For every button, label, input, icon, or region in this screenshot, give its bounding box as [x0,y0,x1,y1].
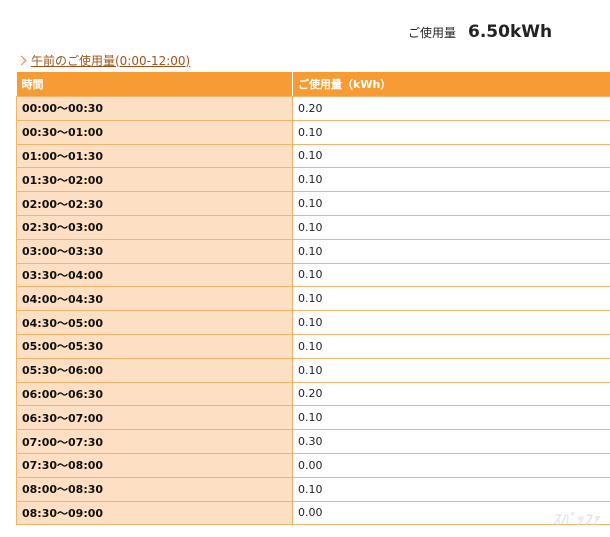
morning-usage-link[interactable]: 午前のご使用量(0:00-12:00) [16,51,190,69]
morning-usage-link-label[interactable]: 午前のご使用量(0:00-12:00) [31,52,190,69]
time-cell: 06:30～07:00 [16,405,293,431]
table-row: 03:00～03:30 0.10 [16,239,610,264]
time-cell: 01:00～01:30 [16,144,293,169]
usage-cell: 0.10 [292,239,610,264]
time-cell: 08:00～08:30 [16,477,293,502]
table-row: 07:30～08:00 0.00 [16,453,610,478]
table-row: 08:30～09:00 0.00 [16,501,610,526]
usage-cell: 0.10 [292,215,610,240]
usage-cell: 0.10 [292,263,610,288]
time-cell: 06:00～06:30 [16,382,293,407]
usage-cell: 0.30 [292,429,610,454]
usage-total-value: 6.50kWh [468,22,553,42]
table-row: 00:00～00:30 0.20 [16,96,610,121]
table-row: 00:30～01:00 0.10 [16,120,610,145]
time-cell: 02:00～02:30 [16,191,293,216]
table-row: 04:00～04:30 0.10 [16,286,610,312]
chevron-right-icon [16,55,27,65]
usage-cell: 0.10 [292,477,610,502]
column-header-time: 時間 [16,72,293,97]
watermark: ｽﾊﾞｯﾌｧ [553,512,600,528]
usage-cell: 0.20 [292,96,610,121]
table-row: 04:30～05:00 0.10 [16,310,610,335]
time-cell: 01:30～02:00 [16,167,293,193]
table-row: 05:00～05:30 0.10 [16,334,610,359]
usage-cell: 0.10 [292,144,610,169]
table-header-row: 時間 ご使用量（kWh） [16,72,610,97]
time-cell: 07:00～07:30 [16,429,293,454]
time-cell: 03:00～03:30 [16,239,293,264]
table-row: 02:30～03:00 0.10 [16,215,610,240]
column-header-usage: ご使用量（kWh） [292,72,610,97]
usage-cell: 0.10 [292,405,610,431]
usage-cell: 0.00 [292,453,610,478]
table-row: 02:00～02:30 0.10 [16,191,610,216]
time-cell: 08:30～09:00 [16,501,293,526]
usage-label: ご使用量 [408,26,457,40]
table-row: 06:00～06:30 0.20 [16,382,610,407]
usage-cell: 0.10 [292,334,610,359]
usage-cell: 0.10 [292,120,610,145]
time-cell: 03:30～04:00 [16,263,293,288]
time-cell: 05:00～05:30 [16,334,293,359]
time-cell: 00:00～00:30 [16,96,293,121]
time-cell: 00:30～01:00 [16,120,293,145]
usage-cell: 0.10 [292,167,610,193]
usage-summary: ご使用量 6.50kWh [408,22,552,46]
usage-cell: 0.20 [292,382,610,407]
usage-table: 時間 ご使用量（kWh） 00:00～00:30 0.20 00:30～01:00 0… [16,72,610,526]
time-cell: 02:30～03:00 [16,215,293,240]
time-cell: 04:30～05:00 [16,310,293,335]
usage-cell: 0.10 [292,286,610,312]
table-row: 06:30～07:00 0.10 [16,405,610,431]
table-row: 01:30～02:00 0.10 [16,167,610,193]
time-cell: 04:00～04:30 [16,286,293,312]
table-row: 01:00～01:30 0.10 [16,144,610,169]
time-cell: 07:30～08:00 [16,453,293,478]
table-row: 08:00～08:30 0.10 [16,477,610,502]
table-body: 00:00～00:30 0.20 00:30～01:00 0.10 01:00～01:3… [16,96,610,526]
table-row: 07:00～07:30 0.30 [16,429,610,454]
usage-cell: 0.10 [292,358,610,383]
table-row: 05:30～06:00 0.10 [16,358,610,383]
usage-cell: 0.10 [292,310,610,335]
table-row: 03:30～04:00 0.10 [16,263,610,288]
usage-cell: 0.10 [292,191,610,216]
time-cell: 05:30～06:00 [16,358,293,383]
